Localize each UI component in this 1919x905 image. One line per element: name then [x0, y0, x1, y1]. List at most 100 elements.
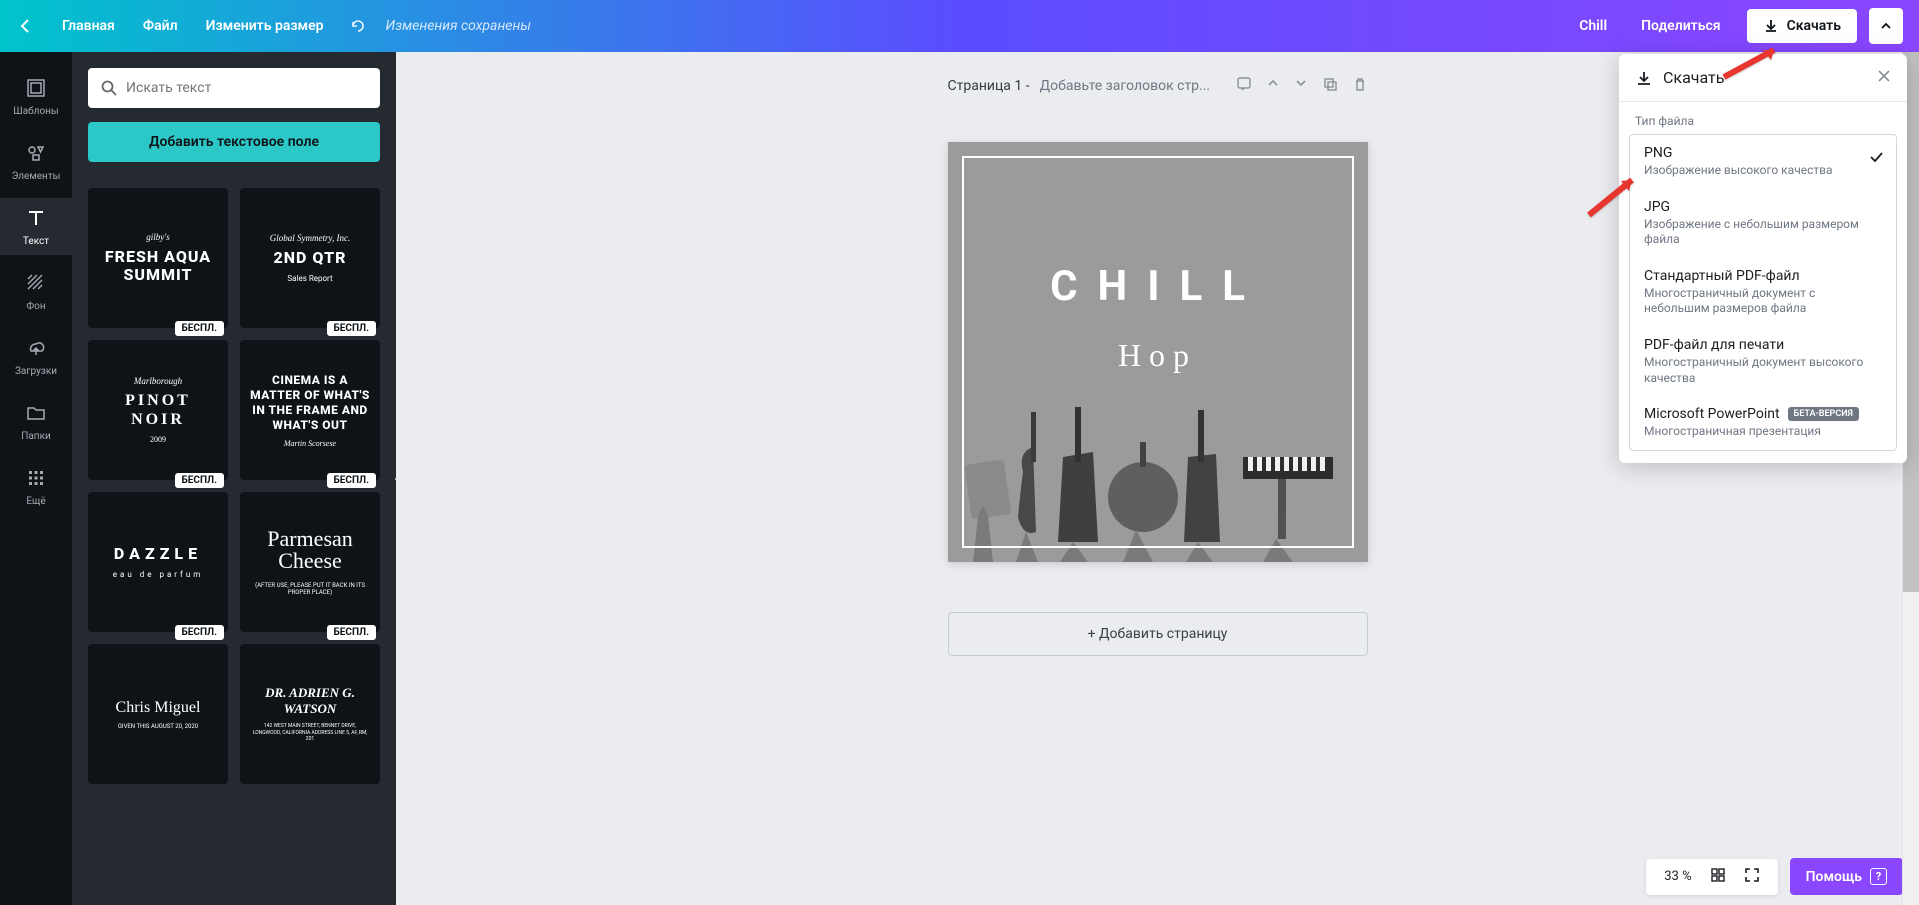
- collapse-panel-button[interactable]: [388, 443, 396, 515]
- save-status: Изменения сохранены: [386, 18, 531, 34]
- page-header: Страница 1 - Добавьте заголовок стр...: [948, 76, 1368, 96]
- page-title-placeholder[interactable]: Добавьте заголовок стр...: [1040, 78, 1211, 94]
- upload-icon: [24, 336, 48, 360]
- template-subtitle: gilby's: [146, 232, 169, 242]
- home-menu[interactable]: Главная: [48, 18, 129, 34]
- download-dropdown: Скачать Тип файла PNG Изображение высоко…: [1619, 54, 1907, 463]
- duplicate-button[interactable]: [1322, 76, 1338, 96]
- filetype-option-png[interactable]: PNG Изображение высокого качества: [1630, 135, 1896, 189]
- template-item[interactable]: Chris Miguel GIVEN THIS AUGUST 20, 2020: [88, 644, 228, 784]
- delete-button[interactable]: [1352, 76, 1368, 96]
- template-title: DAZZLE: [114, 545, 202, 563]
- filetype-option-pptx[interactable]: Microsoft PowerPoint БЕТА-ВЕРСИЯ Многост…: [1630, 396, 1896, 450]
- free-badge: БЕСПЛ.: [327, 625, 376, 640]
- format-name: PDF-файл для печати: [1644, 337, 1784, 353]
- download-icon: [1763, 18, 1779, 34]
- text-panel: Добавить текстовое поле gilby's FRESH AQ…: [72, 52, 396, 905]
- zoom-level[interactable]: 33 %: [1664, 869, 1691, 884]
- move-down-button[interactable]: [1294, 76, 1308, 96]
- template-title: Chris Miguel: [116, 699, 201, 717]
- help-icon: ?: [1870, 868, 1887, 885]
- filetype-option-jpg[interactable]: JPG Изображение с небольшим размером фай…: [1630, 189, 1896, 258]
- resize-menu[interactable]: Изменить размер: [192, 18, 338, 34]
- left-rail: Шаблоны Элементы Текст Фон Загрузки Папк…: [0, 52, 72, 905]
- back-button[interactable]: [16, 16, 36, 36]
- search-box[interactable]: [88, 68, 380, 108]
- template-item[interactable]: Parmesan Cheese (AFTER USE, PLEASE PUT I…: [240, 492, 380, 632]
- template-item[interactable]: Global Symmetry, Inc. 2ND QTR Sales Repo…: [240, 188, 380, 328]
- template-item[interactable]: gilby's FRESH AQUA SUMMIT БЕСПЛ.: [88, 188, 228, 328]
- rail-templates[interactable]: Шаблоны: [0, 68, 72, 125]
- filetype-label: Тип файла: [1619, 102, 1907, 134]
- rail-elements[interactable]: Элементы: [0, 133, 72, 190]
- rail-folders[interactable]: Папки: [0, 393, 72, 450]
- rail-label: Папки: [21, 431, 51, 442]
- template-subtitle2: 2009: [150, 435, 166, 444]
- share-button[interactable]: Поделиться: [1627, 10, 1734, 42]
- download-button[interactable]: Скачать: [1747, 9, 1857, 43]
- format-name: JPG: [1644, 199, 1670, 215]
- rail-more[interactable]: Ещё: [0, 458, 72, 515]
- rail-label: Ещё: [26, 496, 45, 507]
- template-subtitle2: GIVEN THIS AUGUST 20, 2020: [118, 723, 198, 730]
- download-label: Скачать: [1787, 18, 1841, 34]
- rail-text[interactable]: Текст: [0, 198, 72, 255]
- close-button[interactable]: [1877, 68, 1891, 87]
- add-text-button[interactable]: Добавить текстовое поле: [88, 122, 380, 162]
- fullscreen-button[interactable]: [1744, 867, 1760, 887]
- topbar: Главная Файл Изменить размер Изменения с…: [0, 0, 1919, 52]
- design-subheading[interactable]: Hop: [948, 337, 1368, 374]
- template-title: CINEMA IS A MATTER OF WHAT'S IN THE FRAM…: [250, 373, 370, 433]
- template-subtitle2: (AFTER USE, PLEASE PUT IT BACK IN ITS PR…: [250, 582, 370, 596]
- template-item[interactable]: Marlborough PINOT NOIR 2009 БЕСПЛ.: [88, 340, 228, 480]
- templates-icon: [24, 76, 48, 100]
- folder-icon: [24, 401, 48, 425]
- format-desc: Многостраничная презентация: [1644, 424, 1882, 440]
- background-icon: [24, 271, 48, 295]
- template-title: FRESH AQUA SUMMIT: [98, 248, 218, 285]
- elements-icon: [24, 141, 48, 165]
- rail-label: Фон: [26, 301, 45, 312]
- bottom-bar: 33 % Помощь ?: [1646, 858, 1903, 895]
- rail-background[interactable]: Фон: [0, 263, 72, 320]
- add-page-button[interactable]: + Добавить страницу: [948, 612, 1368, 656]
- format-name: PNG: [1644, 145, 1672, 161]
- design-canvas[interactable]: CHILL Hop: [948, 142, 1368, 562]
- design-heading[interactable]: CHILL: [948, 262, 1368, 311]
- rail-label: Загрузки: [15, 366, 57, 377]
- check-icon: [1868, 149, 1884, 169]
- rail-label: Элементы: [12, 171, 61, 182]
- filetype-list: PNG Изображение высокого качества JPG Из…: [1629, 134, 1897, 451]
- template-subtitle: Global Symmetry, Inc.: [270, 233, 350, 243]
- template-item[interactable]: DAZZLE eau de parfum БЕСПЛ.: [88, 492, 228, 632]
- notes-button[interactable]: [1236, 76, 1252, 96]
- free-badge: БЕСПЛ.: [175, 625, 224, 640]
- chevron-left-icon: [394, 472, 396, 486]
- rail-label: Текст: [23, 236, 49, 247]
- chevron-up-icon: [1880, 20, 1892, 32]
- help-label: Помощь: [1806, 869, 1862, 885]
- template-item[interactable]: DR. ADRIEN G. WATSON 142 WEST MAIN STREE…: [240, 644, 380, 784]
- search-input[interactable]: [126, 80, 368, 96]
- template-item[interactable]: CINEMA IS A MATTER OF WHAT'S IN THE FRAM…: [240, 340, 380, 480]
- format-desc: Многостраничный документ с небольшим раз…: [1644, 286, 1882, 317]
- design-title[interactable]: Chill: [1571, 18, 1615, 34]
- format-desc: Изображение высокого качества: [1644, 163, 1882, 179]
- annotation-arrow: [1584, 170, 1644, 224]
- filetype-option-pdf-standard[interactable]: Стандартный PDF-файл Многостраничный док…: [1630, 258, 1896, 327]
- format-name: Стандартный PDF-файл: [1644, 268, 1800, 284]
- free-badge: БЕСПЛ.: [327, 321, 376, 336]
- help-button[interactable]: Помощь ?: [1790, 858, 1903, 895]
- template-title: Parmesan Cheese: [250, 528, 370, 572]
- file-menu[interactable]: Файл: [129, 18, 192, 34]
- undo-button[interactable]: [348, 16, 368, 36]
- rail-uploads[interactable]: Загрузки: [0, 328, 72, 385]
- move-up-button[interactable]: [1266, 76, 1280, 96]
- filetype-option-pdf-print[interactable]: PDF-файл для печати Многостраничный доку…: [1630, 327, 1896, 396]
- more-icon: [24, 466, 48, 490]
- template-subtitle2: Sales Report: [287, 274, 332, 283]
- template-subtitle2: 142 WEST MAIN STREET, BENNET DRIVE, LONG…: [250, 723, 370, 743]
- free-badge: БЕСПЛ.: [175, 321, 224, 336]
- download-more-button[interactable]: [1869, 8, 1903, 44]
- grid-view-button[interactable]: [1710, 867, 1726, 887]
